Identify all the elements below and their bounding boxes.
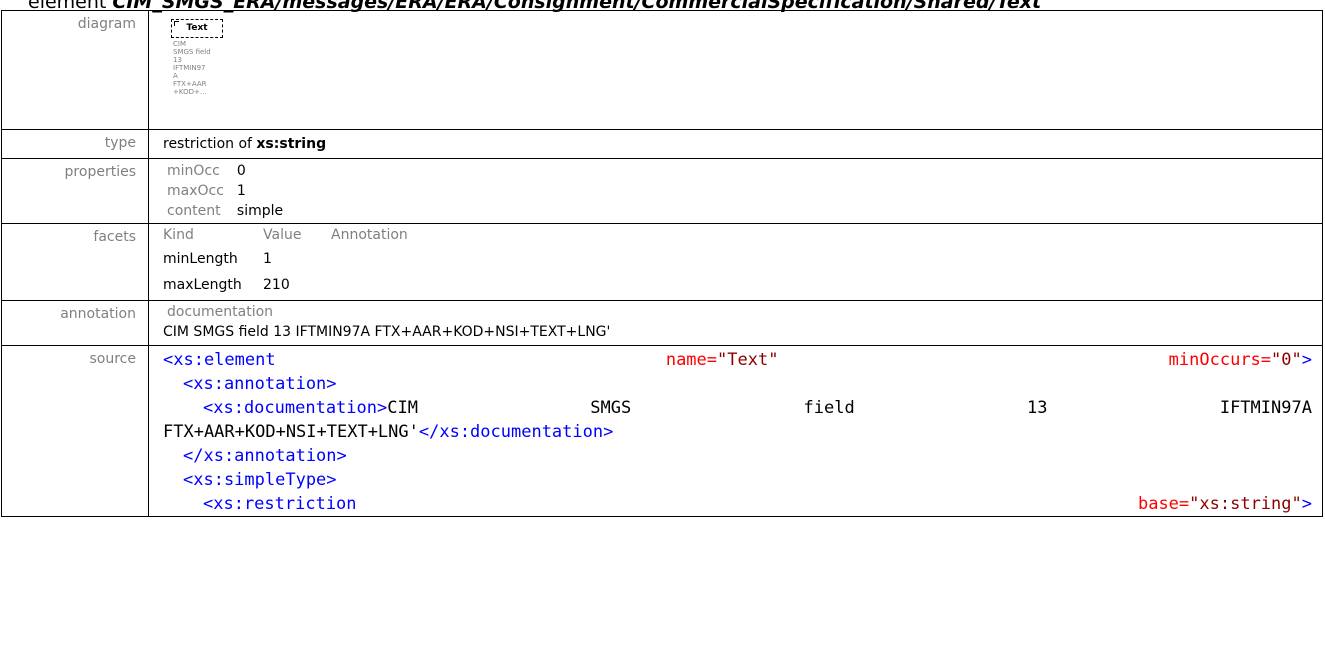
- source-line: <xs:documentation>CIM SMGS field 13 IFTM…: [203, 398, 1312, 418]
- property-value: 1: [236, 183, 246, 199]
- properties-label: properties: [1, 158, 149, 224]
- facet-row: maxLength 210: [163, 272, 420, 298]
- annotation-row: annotation documentation CIM SMGS field …: [1, 300, 1323, 346]
- source-code: <xs:element name="Text" minOccurs="0"> <…: [163, 348, 1312, 516]
- facets-table: Kind Value Annotation minLength 1 maxLen…: [163, 226, 420, 298]
- annotation-label: annotation: [1, 300, 149, 346]
- diagram-label: diagram: [1, 10, 149, 130]
- source-line: <xs:simpleType>: [183, 470, 337, 490]
- source-line: </xs:annotation>: [183, 446, 347, 466]
- property-key: maxOcc: [167, 183, 224, 199]
- element-doc-table: diagram Text CIM SMGS field 13 IFTMIN97 …: [1, 10, 1323, 517]
- facets-label: facets: [1, 223, 149, 301]
- property-row: content simple: [167, 201, 296, 221]
- facet-kind: maxLength: [163, 277, 242, 293]
- source-line: <xs:element name="Text" minOccurs="0">: [163, 350, 1312, 370]
- property-value: simple: [236, 203, 284, 219]
- property-key: minOcc: [167, 163, 220, 179]
- source-label: source: [1, 345, 149, 517]
- facet-value: 1: [263, 251, 272, 267]
- element-diagram[interactable]: Text CIM SMGS field 13 IFTMIN97 A FTX+AA…: [163, 15, 1310, 125]
- facets-col-value: Value: [263, 227, 302, 243]
- source-line: <xs:restriction base="xs:string">: [203, 494, 1312, 514]
- diagram-box-label: Text: [186, 23, 208, 33]
- type-base-link[interactable]: xs:string: [256, 136, 326, 152]
- properties-table: minOcc 0 maxOcc 1 content simple: [167, 161, 296, 221]
- property-row: minOcc 0: [167, 161, 296, 181]
- facets-row: facets Kind Value Annotation minLength 1…: [1, 223, 1323, 301]
- type-prefix: restriction of: [163, 136, 252, 152]
- facet-annotation: [331, 246, 420, 272]
- facet-value: 210: [263, 277, 290, 293]
- diagram-row: diagram Text CIM SMGS field 13 IFTMIN97 …: [1, 10, 1323, 130]
- property-key: content: [167, 203, 221, 219]
- type-label: type: [1, 129, 149, 159]
- type-row: type restriction of xs:string: [1, 129, 1323, 159]
- facet-kind: minLength: [163, 251, 238, 267]
- property-row: maxOcc 1: [167, 181, 296, 201]
- facets-header-row: Kind Value Annotation: [163, 226, 420, 246]
- properties-row: properties minOcc 0 maxOcc 1 content sim…: [1, 158, 1323, 224]
- source-line: <xs:annotation>: [183, 374, 337, 394]
- facet-row: minLength 1: [163, 246, 420, 272]
- facets-col-kind: Kind: [163, 227, 194, 243]
- facets-col-annotation: Annotation: [331, 227, 408, 243]
- property-value: 0: [236, 163, 246, 179]
- annotation-text: CIM SMGS field 13 IFTMIN97A FTX+AAR+KOD+…: [163, 324, 611, 340]
- source-row: source <xs:element name="Text" minOccurs…: [1, 345, 1323, 517]
- annotation-heading: documentation: [167, 304, 274, 320]
- facet-annotation: [331, 272, 420, 298]
- diagram-doc-text: CIM SMGS field 13 IFTMIN97 A FTX+AAR +KO…: [173, 40, 211, 96]
- source-line: FTX+AAR+KOD+NSI+TEXT+LNG'</xs:documentat…: [163, 422, 614, 442]
- diagram-corner-mark: [174, 21, 179, 26]
